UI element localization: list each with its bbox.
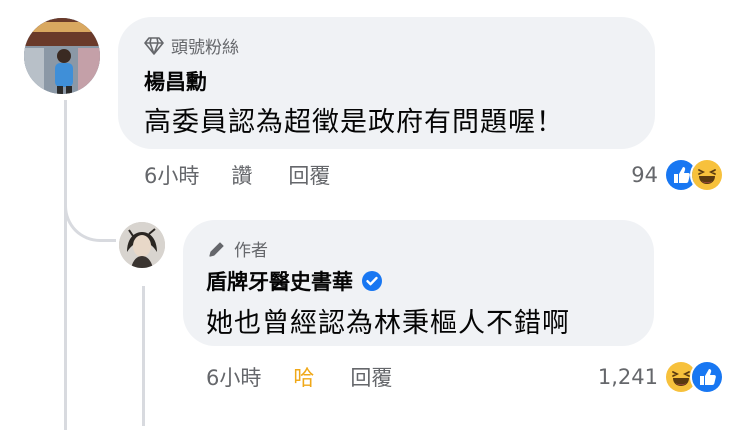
like-button[interactable]: 讚 — [231, 160, 252, 190]
diamond-icon — [144, 36, 164, 55]
reply-timestamp[interactable]: 6小時 — [206, 362, 261, 392]
badge-label: 頭號粉絲 — [171, 38, 239, 58]
comment-author[interactable]: 楊昌勳 — [144, 66, 207, 96]
reply-author-name[interactable]: 盾牌牙醫史書華 — [206, 266, 353, 296]
reaction-count[interactable]: 94 — [631, 163, 658, 187]
author-badge: 作者 — [207, 236, 268, 261]
comment-timestamp[interactable]: 6小時 — [144, 160, 199, 190]
reply-button[interactable]: 回覆 — [288, 160, 330, 190]
reply-author[interactable]: 盾牌牙醫史書華 — [206, 266, 383, 296]
comment-reactions[interactable]: 94 — [631, 158, 724, 192]
reply-author-avatar[interactable] — [119, 222, 165, 268]
comment-text: 高委員認為超徵是政府有問題喔！ — [144, 107, 564, 138]
badge-label: 作者 — [234, 241, 268, 261]
reply-text: 她也曾經認為林秉樞人不錯啊 — [206, 308, 570, 339]
commenter-avatar[interactable] — [24, 18, 100, 94]
haha-reaction-button[interactable]: 哈 — [293, 362, 314, 392]
reply-connector — [64, 190, 116, 242]
comment-meta: 6小時 讚 回覆 — [144, 160, 366, 190]
reply-reactions[interactable]: 1,241 — [598, 360, 724, 394]
reply-thread-line — [142, 286, 145, 426]
reply-meta: 6小時 哈 回覆 — [206, 362, 428, 392]
reply-button[interactable]: 回覆 — [350, 362, 392, 392]
like-icon — [690, 360, 724, 394]
haha-icon — [690, 158, 724, 192]
verified-badge-icon — [362, 271, 382, 291]
comment-author-name[interactable]: 楊昌勳 — [144, 66, 207, 96]
reaction-count[interactable]: 1,241 — [598, 365, 658, 389]
top-fan-badge: 頭號粉絲 — [144, 33, 239, 58]
pencil-icon — [209, 241, 224, 257]
thread-line — [64, 100, 67, 430]
